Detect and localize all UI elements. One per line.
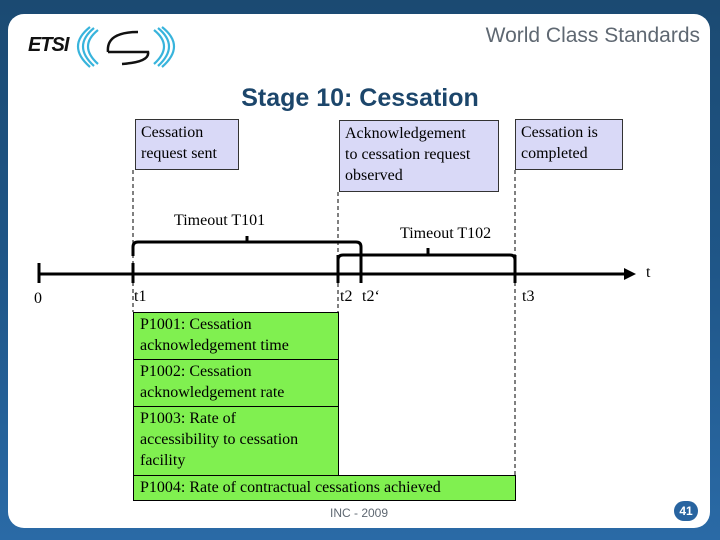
tick-label-t2: t2: [340, 288, 353, 305]
event-box-cessation-completed: Cessation is completed: [515, 119, 623, 170]
axis-label-t: t: [646, 264, 651, 281]
tick-label-0: 0: [34, 290, 42, 307]
axis-arrowhead: [624, 268, 636, 280]
footer-text: INC - 2009: [330, 506, 389, 520]
tick-label-t1: t1: [134, 288, 147, 305]
timeout-t102-label: Timeout T102: [400, 225, 492, 242]
timeline-diagram: [37, 170, 636, 475]
metric-p1003: P1003: Rate of accessibility to cessatio…: [133, 406, 339, 476]
event-box-acknowledgement-observed: Acknowledgement to cessation request obs…: [339, 120, 499, 192]
event-box-cessation-request-sent: Cessation request sent: [135, 119, 239, 170]
tick-label-t3: t3: [522, 288, 535, 305]
metric-p1004: P1004: Rate of contractual cessations ac…: [133, 475, 516, 501]
brace-t101: [131, 236, 363, 256]
timeout-t101-label: Timeout T101: [174, 212, 266, 229]
page-number-badge: 41: [674, 501, 698, 521]
brace-t102: [336, 248, 517, 268]
metric-p1002: P1002: Cessation acknowledgement rate: [133, 359, 339, 407]
tick-label-t2-prime: t2‘: [362, 288, 380, 305]
metric-p1001: P1001: Cessation acknowledgement time: [133, 312, 339, 360]
